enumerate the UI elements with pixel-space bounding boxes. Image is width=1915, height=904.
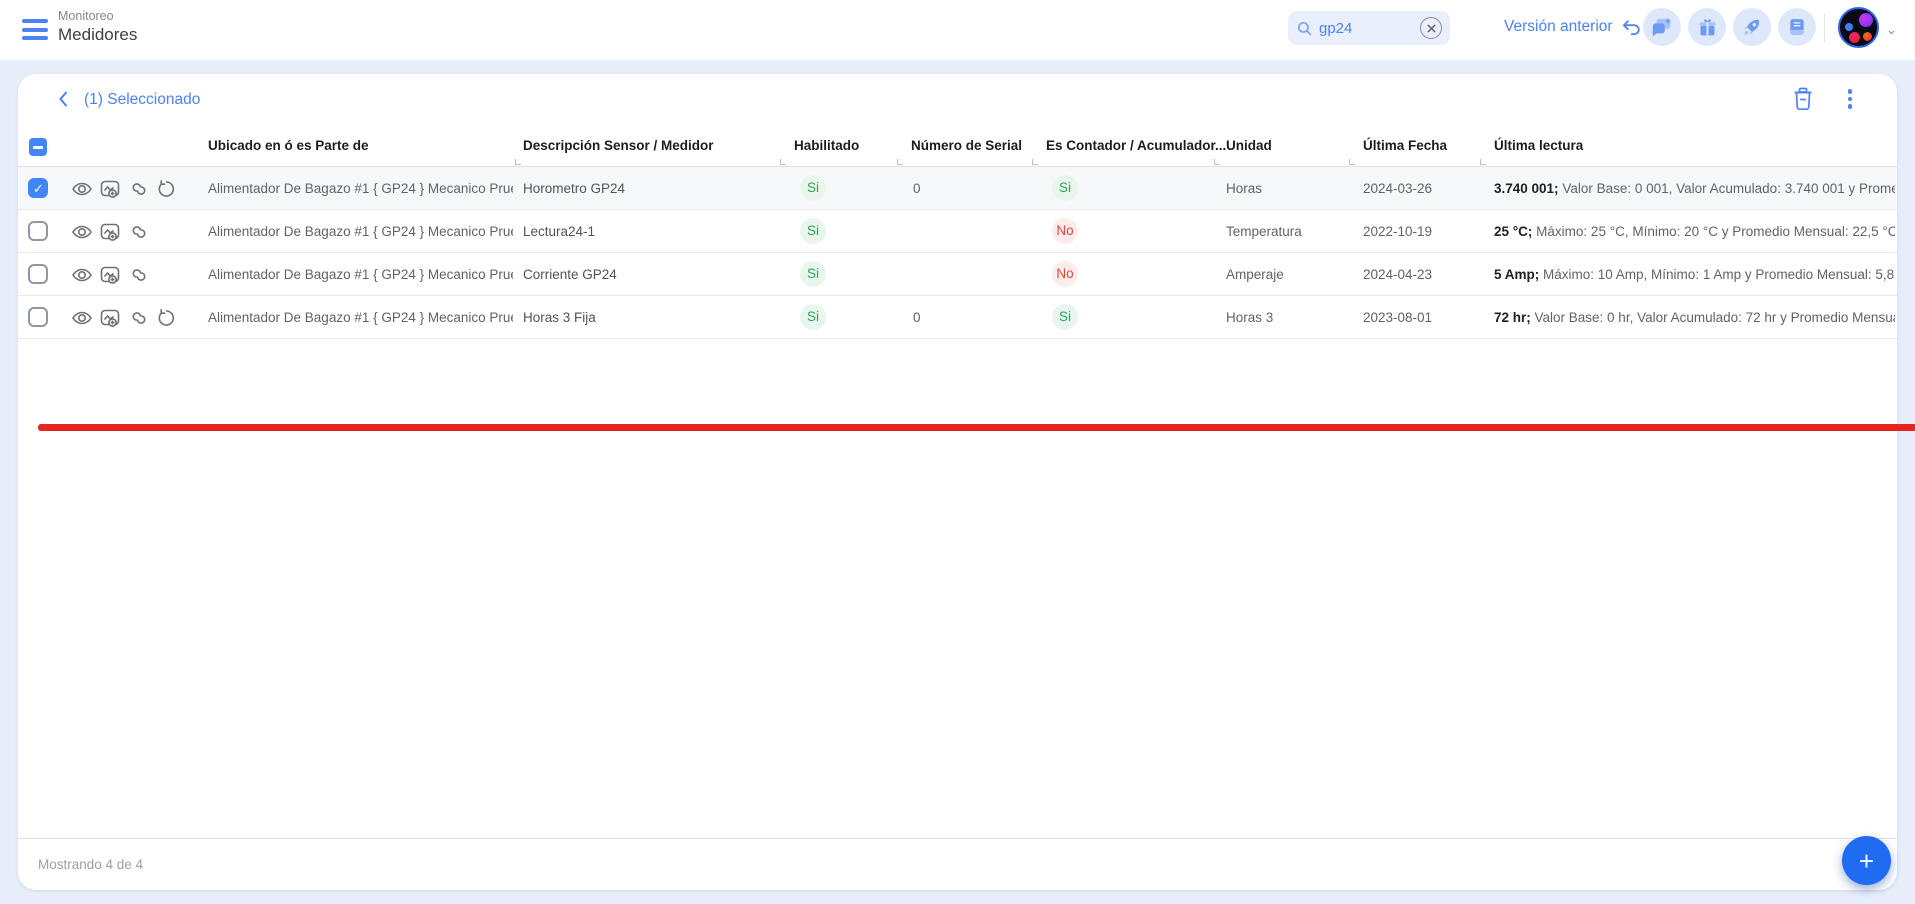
- breadcrumb: Monitoreo: [58, 9, 114, 23]
- column-resize-handle[interactable]: [897, 159, 903, 165]
- eye-icon[interactable]: [70, 177, 94, 201]
- row-last-reading: 72 hr; Valor Base: 0 hr, Valor Acumulado…: [1494, 310, 1895, 325]
- row-last-date: 2024-03-26: [1363, 181, 1432, 196]
- red-annotation-line: [38, 424, 1915, 431]
- row-serial: 0: [913, 310, 921, 325]
- column-header[interactable]: Descripción Sensor / Medidor: [523, 138, 714, 153]
- link-icon[interactable]: [127, 263, 151, 287]
- table-row[interactable]: Alimentador De Bagazo #1 { GP24 } Mecani…: [18, 167, 1897, 210]
- search-icon: [1296, 20, 1313, 37]
- enabled-badge: Si: [800, 218, 826, 244]
- search-input[interactable]: [1319, 20, 1411, 37]
- rocket-icon[interactable]: [1733, 8, 1771, 46]
- table-row[interactable]: Alimentador De Bagazo #1 { GP24 } Mecani…: [18, 253, 1897, 296]
- more-options-icon[interactable]: [1841, 87, 1859, 111]
- select-all-checkbox[interactable]: [29, 138, 47, 156]
- table-row[interactable]: Alimentador De Bagazo #1 { GP24 } Mecani…: [18, 296, 1897, 339]
- row-location: Alimentador De Bagazo #1 { GP24 } Mecani…: [208, 224, 513, 239]
- column-header[interactable]: Ubicado en ó es Parte de: [208, 138, 369, 153]
- image-plus-icon[interactable]: [98, 177, 122, 201]
- column-resize-handle[interactable]: [515, 159, 521, 165]
- chevron-down-icon[interactable]: ⌄: [1886, 22, 1897, 38]
- eye-icon[interactable]: [70, 263, 94, 287]
- selected-count-label[interactable]: (1) Seleccionado: [84, 91, 200, 109]
- counter-badge: No: [1052, 261, 1078, 287]
- image-plus-icon[interactable]: [98, 220, 122, 244]
- row-count-label: Mostrando 4 de 4: [38, 857, 143, 872]
- topbar-divider: [1824, 13, 1825, 43]
- docs-icon[interactable]: [1778, 8, 1816, 46]
- table-header: Ubicado en ó es Parte de Descripción Sen…: [18, 126, 1897, 167]
- row-location: Alimentador De Bagazo #1 { GP24 } Mecani…: [208, 310, 513, 325]
- row-checkbox[interactable]: [28, 264, 48, 284]
- refresh-icon[interactable]: [154, 306, 178, 330]
- previous-version-link[interactable]: Versión anterior: [1504, 18, 1643, 36]
- column-header[interactable]: Habilitado: [794, 138, 859, 153]
- row-last-date: 2023-08-01: [1363, 310, 1432, 325]
- counter-badge: No: [1052, 218, 1078, 244]
- link-icon[interactable]: [127, 306, 151, 330]
- column-header[interactable]: Última Fecha: [1363, 138, 1447, 153]
- meters-card: (1) Seleccionado Ubicado en ó es Parte d…: [18, 74, 1897, 890]
- enabled-badge: Si: [800, 304, 826, 330]
- row-last-date: 2022-10-19: [1363, 224, 1432, 239]
- column-resize-handle[interactable]: [1214, 159, 1220, 165]
- table-body: Alimentador De Bagazo #1 { GP24 } Mecani…: [18, 167, 1897, 339]
- counter-badge: Si: [1052, 304, 1078, 330]
- link-icon[interactable]: [127, 220, 151, 244]
- add-button[interactable]: +: [1842, 836, 1891, 885]
- row-last-date: 2024-04-23: [1363, 267, 1432, 282]
- delete-icon[interactable]: [1791, 86, 1815, 112]
- column-header[interactable]: Es Contador / Acumulador...: [1046, 138, 1226, 153]
- topbar: Monitoreo Medidores Versión anterior: [0, 0, 1915, 60]
- feedback-icon[interactable]: [1643, 8, 1681, 46]
- row-serial: 0: [913, 181, 921, 196]
- row-description: Corriente GP24: [523, 267, 783, 282]
- search-box[interactable]: [1288, 11, 1450, 45]
- column-header[interactable]: Unidad: [1226, 138, 1272, 153]
- row-checkbox[interactable]: [28, 307, 48, 327]
- undo-icon: [1621, 18, 1643, 36]
- footer-divider: [18, 838, 1897, 839]
- image-plus-icon[interactable]: [98, 263, 122, 287]
- page-title: Medidores: [58, 25, 137, 45]
- column-header[interactable]: Última lectura: [1494, 138, 1583, 153]
- row-last-reading: 3.740 001; Valor Base: 0 001, Valor Acum…: [1494, 181, 1895, 196]
- row-location: Alimentador De Bagazo #1 { GP24 } Mecani…: [208, 267, 513, 282]
- previous-version-label: Versión anterior: [1504, 18, 1613, 36]
- row-description: Lectura24-1: [523, 224, 783, 239]
- column-resize-handle[interactable]: [1349, 159, 1355, 165]
- row-unit: Temperatura: [1226, 224, 1302, 239]
- eye-icon[interactable]: [70, 306, 94, 330]
- enabled-badge: Si: [800, 175, 826, 201]
- eye-icon[interactable]: [70, 220, 94, 244]
- row-location: Alimentador De Bagazo #1 { GP24 } Mecani…: [208, 181, 513, 196]
- row-description: Horas 3 Fija: [523, 310, 783, 325]
- refresh-icon[interactable]: [154, 177, 178, 201]
- column-header[interactable]: Número de Serial: [911, 138, 1022, 153]
- row-unit: Amperaje: [1226, 267, 1284, 282]
- link-icon[interactable]: [127, 177, 151, 201]
- column-resize-handle[interactable]: [1032, 159, 1038, 165]
- back-chevron-icon[interactable]: [50, 86, 76, 112]
- row-description: Horometro GP24: [523, 181, 783, 196]
- counter-badge: Si: [1052, 175, 1078, 201]
- column-resize-handle[interactable]: [780, 159, 786, 165]
- clear-search-icon[interactable]: [1420, 17, 1442, 39]
- avatar[interactable]: [1838, 7, 1879, 48]
- image-plus-icon[interactable]: [98, 306, 122, 330]
- row-unit: Horas 3: [1226, 310, 1273, 325]
- column-resize-handle[interactable]: [1480, 159, 1486, 165]
- row-last-reading: 5 Amp; Máximo: 10 Amp, Mínimo: 1 Amp y P…: [1494, 267, 1895, 282]
- hamburger-menu-icon[interactable]: [22, 19, 48, 41]
- table-row[interactable]: Alimentador De Bagazo #1 { GP24 } Mecani…: [18, 210, 1897, 253]
- row-checkbox[interactable]: [28, 221, 48, 241]
- gift-icon[interactable]: [1688, 8, 1726, 46]
- row-last-reading: 25 °C; Máximo: 25 °C, Mínimo: 20 °C y Pr…: [1494, 224, 1895, 239]
- row-unit: Horas: [1226, 181, 1262, 196]
- row-checkbox[interactable]: [28, 178, 48, 198]
- enabled-badge: Si: [800, 261, 826, 287]
